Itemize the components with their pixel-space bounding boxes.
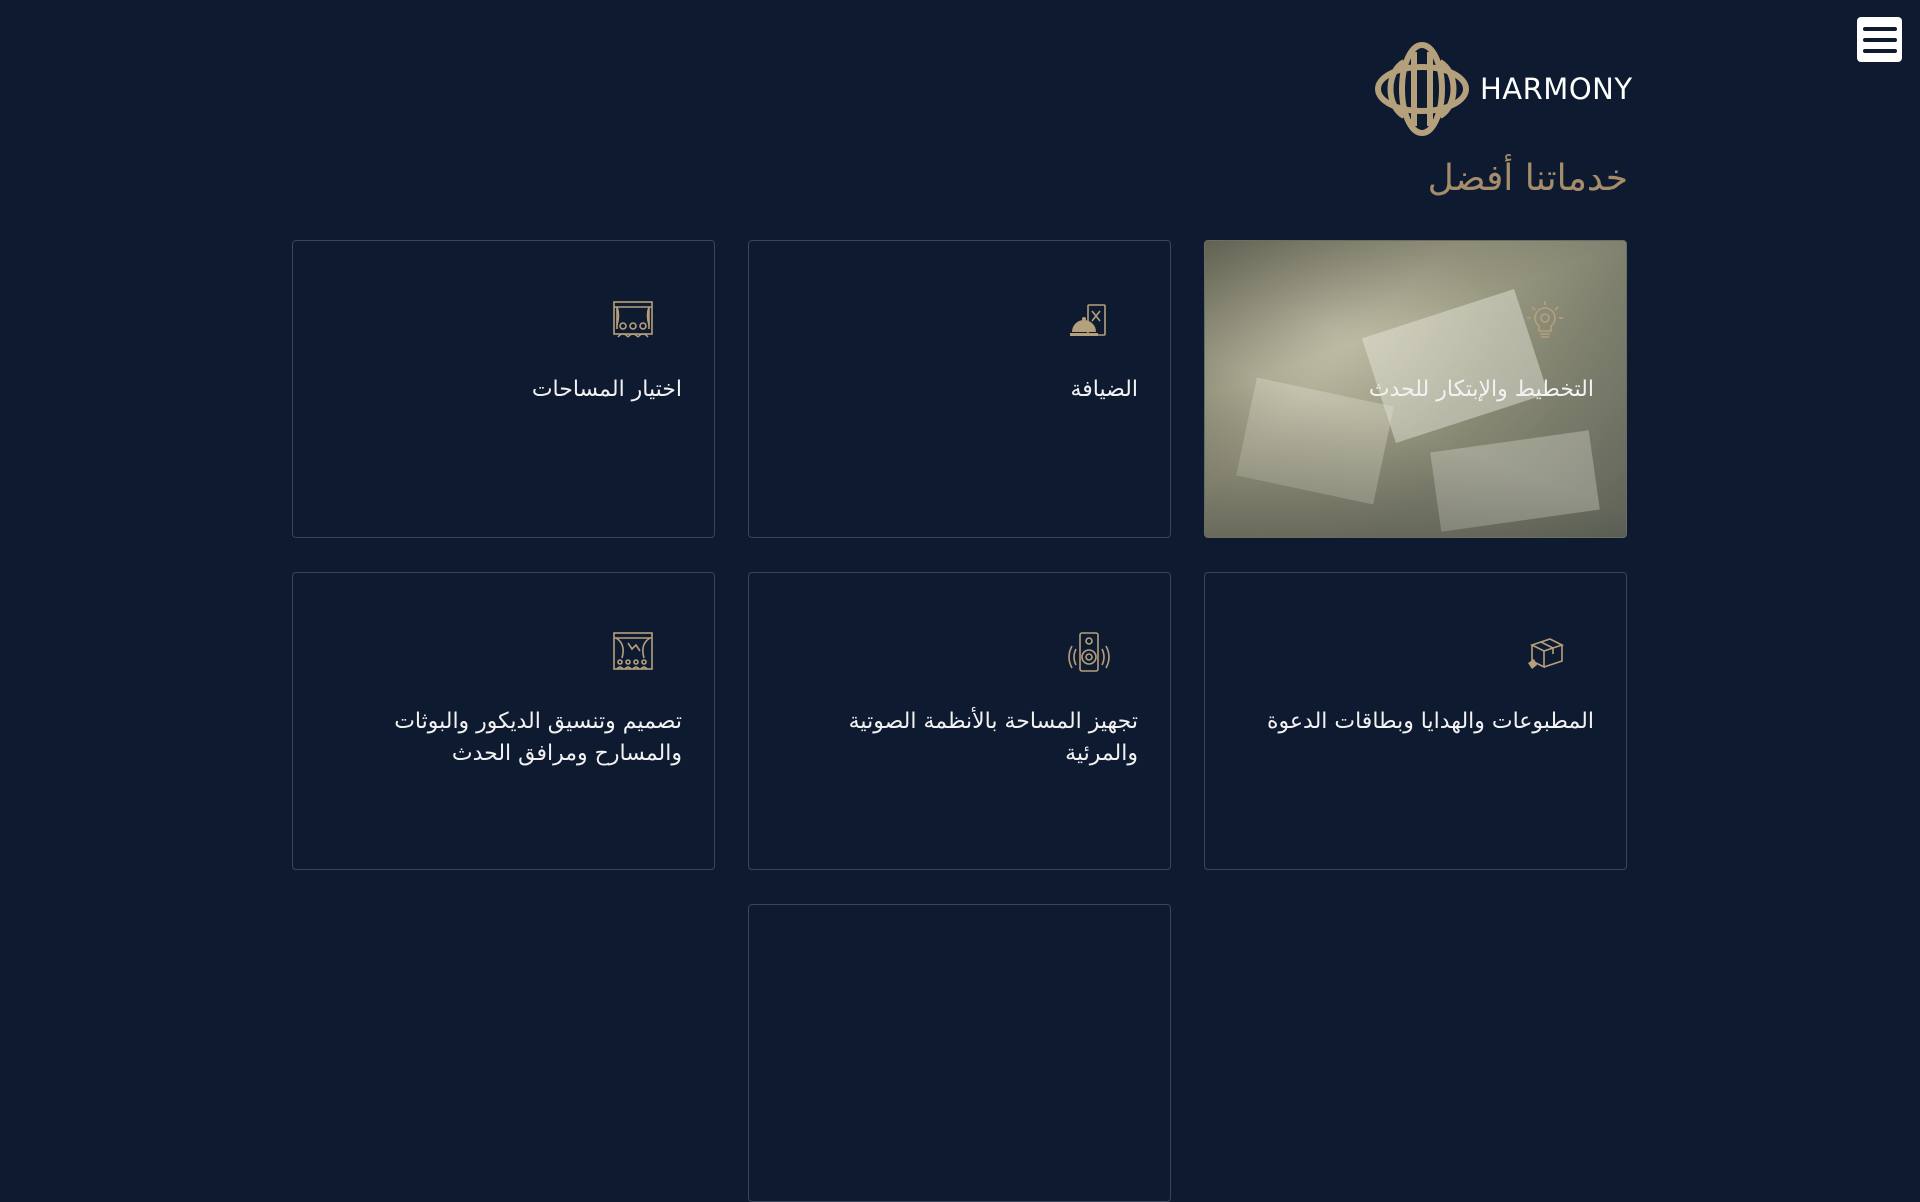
venue-stage-icon	[613, 301, 653, 338]
service-card-decor-design[interactable]: تصميم وتنسيق الديكور والبوثات والمسارح و…	[292, 572, 715, 870]
theater-curtain-icon	[613, 632, 653, 670]
service-title: تصميم وتنسيق الديكور والبوثات والمسارح و…	[394, 709, 682, 766]
menu-button[interactable]	[1857, 17, 1902, 62]
service-card-partial[interactable]	[748, 904, 1171, 1202]
service-card-planning[interactable]: التخطيط والإبتكار للحدث	[1204, 240, 1627, 538]
hospitality-cloche-icon	[1070, 304, 1106, 336]
gift-box-icon	[1528, 638, 1565, 669]
service-card-prints-gifts[interactable]: المطبوعات والهدايا وبطاقات الدعوة	[1204, 572, 1627, 870]
service-title: تجهيز المساحة بالأنظمة الصوتية والمرئية	[848, 709, 1138, 766]
service-card-hospitality[interactable]: الضيافة	[748, 240, 1171, 538]
service-card-venues[interactable]: اختيار المساحات	[292, 240, 715, 538]
service-title: اختيار المساحات	[531, 377, 682, 402]
lightbulb-gear-icon	[1527, 301, 1563, 338]
logo-mark-icon	[1375, 42, 1469, 136]
logo[interactable]: HARMONY	[1374, 40, 1633, 138]
brand-name: HARMONY	[1480, 72, 1633, 106]
hamburger-menu-icon	[1862, 26, 1897, 31]
service-title: التخطيط والإبتكار للحدث	[1368, 377, 1594, 402]
speaker-icon	[1068, 632, 1110, 672]
service-title: الضيافة	[1070, 377, 1138, 402]
section-title: خدماتنا أفضل	[1427, 158, 1628, 199]
service-title: المطبوعات والهدايا وبطاقات الدعوة	[1267, 709, 1594, 734]
service-card-av-systems[interactable]: تجهيز المساحة بالأنظمة الصوتية والمرئية	[748, 572, 1171, 870]
